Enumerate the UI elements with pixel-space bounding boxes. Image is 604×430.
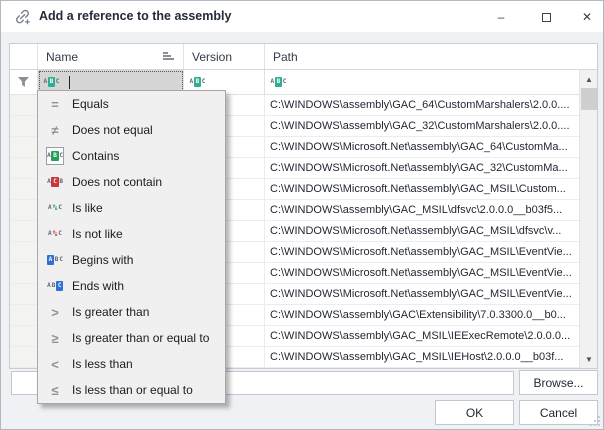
path-cell: C:\WINDOWS\assembly\GAC_32\CustomMarshal… xyxy=(265,116,579,136)
menu-item-begins-with[interactable]: ABC Begins with xyxy=(38,247,225,273)
path-cell: C:\WINDOWS\Microsoft.Net\assembly\GAC_MS… xyxy=(265,242,579,262)
is-not-like-icon: A%C xyxy=(47,230,62,238)
menu-item-contains[interactable]: ABC Contains xyxy=(38,143,225,169)
selected-icon-border: ABC xyxy=(46,147,64,165)
scroll-up-arrow-icon[interactable]: ▲ xyxy=(580,70,598,88)
ends-with-icon: ABC xyxy=(47,281,64,291)
add-reference-dialog: Add a reference to the assembly – ✕ Name… xyxy=(0,0,604,430)
menu-item-is-greater-than-or-equal[interactable]: ≥ Is greater than or equal to xyxy=(38,325,225,351)
filter-row-indicator[interactable] xyxy=(10,70,38,94)
minimize-button[interactable]: – xyxy=(487,5,515,29)
contains-icon: ABC xyxy=(47,151,64,161)
column-header-version-label: Version xyxy=(192,50,232,64)
path-cell: C:\WINDOWS\Microsoft.Net\assembly\GAC_MS… xyxy=(265,284,579,304)
scroll-down-arrow-icon[interactable]: ▼ xyxy=(580,350,598,368)
menu-item-is-less-than[interactable]: < Is less than xyxy=(38,351,225,377)
path-cell: C:\WINDOWS\assembly\GAC_MSIL\dfsvc\2.0.0… xyxy=(265,200,579,220)
greater-or-equal-icon: ≥ xyxy=(51,332,58,345)
path-cell: C:\WINDOWS\Microsoft.Net\assembly\GAC_MS… xyxy=(265,179,579,199)
path-cell: C:\WINDOWS\assembly\GAC_64\CustomMarshal… xyxy=(265,95,579,115)
menu-item-equals[interactable]: = Equals xyxy=(38,91,225,117)
begins-with-icon: ABC xyxy=(47,255,64,265)
filter-cell-path[interactable]: ABC xyxy=(265,70,579,94)
not-equal-icon: ≠ xyxy=(51,124,58,137)
menu-item-does-not-contain[interactable]: ACB Does not contain xyxy=(38,169,225,195)
is-like-icon: A%C xyxy=(47,204,62,212)
path-cell: C:\WINDOWS\assembly\GAC_MSIL\IEHost\2.0.… xyxy=(265,347,579,367)
cancel-button[interactable]: Cancel xyxy=(519,400,598,425)
menu-item-does-not-equal[interactable]: ≠ Does not equal xyxy=(38,117,225,143)
vertical-scrollbar[interactable]: ▲ ▼ xyxy=(579,70,597,368)
funnel-icon xyxy=(17,76,30,88)
path-cell: C:\WINDOWS\assembly\GAC_MSIL\IEExecRemot… xyxy=(265,326,579,346)
resize-grip[interactable] xyxy=(589,415,600,426)
sort-ascending-icon xyxy=(163,52,175,62)
contains-filter-icon[interactable]: ABC xyxy=(43,77,60,87)
path-cell: C:\WINDOWS\Microsoft.Net\assembly\GAC_MS… xyxy=(265,263,579,283)
column-header-path[interactable]: Path xyxy=(265,44,597,69)
contains-filter-icon[interactable]: ABC xyxy=(189,77,206,87)
column-header-version[interactable]: Version xyxy=(184,44,265,69)
link-plus-icon xyxy=(13,7,32,26)
equals-icon: = xyxy=(51,98,59,111)
path-cell: C:\WINDOWS\Microsoft.Net\assembly\GAC_64… xyxy=(265,137,579,157)
menu-item-is-like[interactable]: A%C Is like xyxy=(38,195,225,221)
grid-header-row: Name Version Path xyxy=(10,44,597,70)
browse-button[interactable]: Browse... xyxy=(519,370,598,395)
filter-condition-menu: = Equals ≠ Does not equal ABC Contains A… xyxy=(37,90,226,404)
menu-item-is-greater-than[interactable]: > Is greater than xyxy=(38,299,225,325)
column-header-name-label: Name xyxy=(46,50,78,64)
page-title: Add a reference to the assembly xyxy=(39,9,231,23)
column-header-name[interactable]: Name xyxy=(38,44,184,69)
does-not-contain-icon: ACB xyxy=(47,177,64,187)
maximize-button[interactable] xyxy=(532,5,560,29)
header-indicator-cell xyxy=(10,44,38,69)
greater-than-icon: > xyxy=(51,306,59,319)
ok-button[interactable]: OK xyxy=(435,400,514,425)
path-cell: C:\WINDOWS\assembly\GAC\Extensibility\7.… xyxy=(265,305,579,325)
contains-filter-icon[interactable]: ABC xyxy=(270,77,287,87)
menu-item-is-less-than-or-equal[interactable]: ≤ Is less than or equal to xyxy=(38,377,225,403)
less-than-icon: < xyxy=(51,358,59,371)
less-or-equal-icon: ≤ xyxy=(51,384,58,397)
menu-item-is-not-like[interactable]: A%C Is not like xyxy=(38,221,225,247)
menu-item-ends-with[interactable]: ABC Ends with xyxy=(38,273,225,299)
path-cell: C:\WINDOWS\Microsoft.Net\assembly\GAC_32… xyxy=(265,158,579,178)
scrollbar-thumb[interactable] xyxy=(581,88,597,110)
close-button[interactable]: ✕ xyxy=(573,5,601,29)
text-caret xyxy=(69,76,70,89)
column-header-path-label: Path xyxy=(273,50,298,64)
title-bar: Add a reference to the assembly – ✕ xyxy=(1,1,603,32)
path-cell: C:\WINDOWS\Microsoft.Net\assembly\GAC_MS… xyxy=(265,221,579,241)
